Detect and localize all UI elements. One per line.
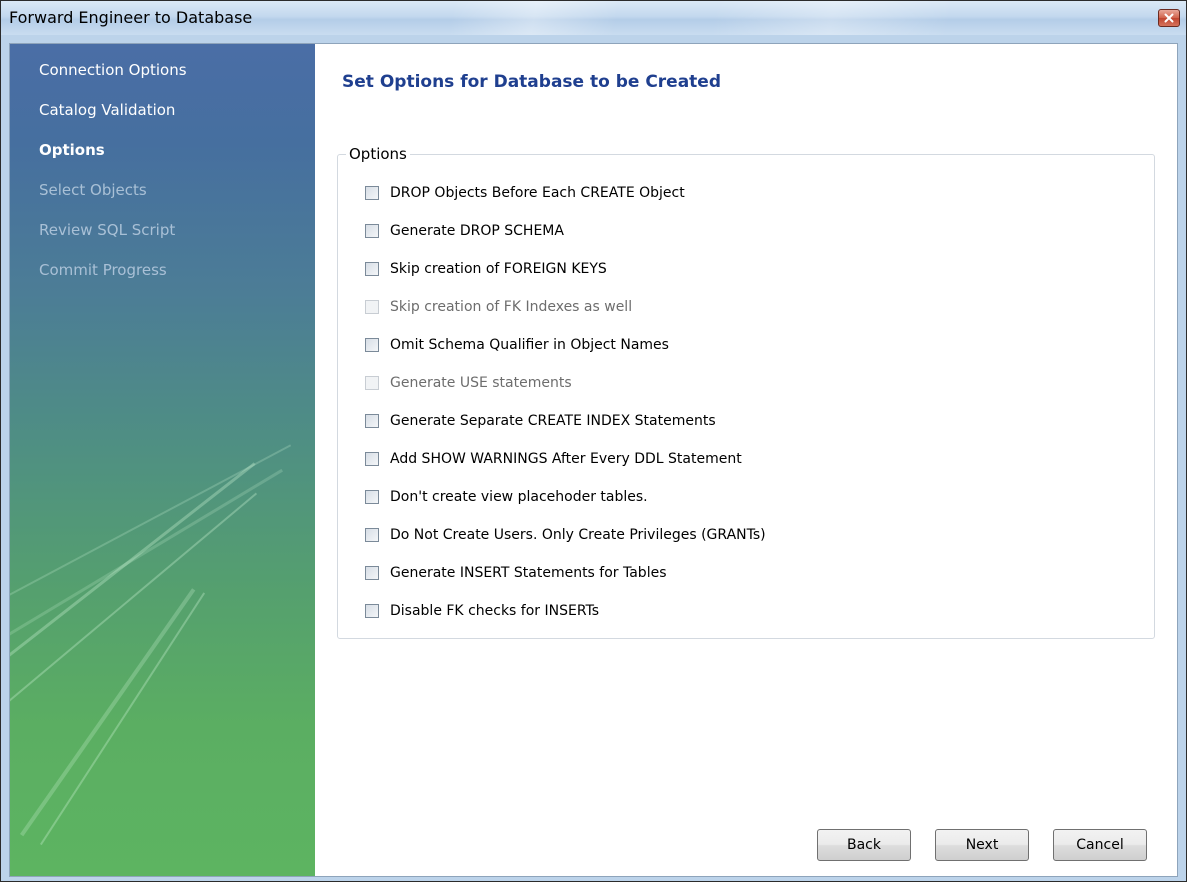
checkbox[interactable] [365,528,379,542]
checkbox[interactable] [365,338,379,352]
options-group: Options DROP Objects Before Each CREATE … [337,145,1155,639]
option-generate-use: Generate USE statements [365,373,572,393]
option-label: Generate INSERT Statements for Tables [390,565,667,581]
dialog-content: Connection Options Catalog Validation Op… [9,43,1178,877]
option-label: Skip creation of FK Indexes as well [390,299,633,315]
window-title: Forward Engineer to Database [9,8,253,27]
option-label: DROP Objects Before Each CREATE Object [390,185,685,201]
checkbox[interactable] [365,186,379,200]
option-label: Don't create view placehoder tables. [390,489,648,505]
close-icon [1164,13,1174,23]
option-omit-schema-qualifier[interactable]: Omit Schema Qualifier in Object Names [365,335,669,355]
dialog-window: Forward Engineer to Database Connection … [0,0,1187,882]
next-button[interactable]: Next [935,829,1029,861]
sidebar-item-select-objects: Select Objects [39,181,147,199]
option-label: Omit Schema Qualifier in Object Names [390,337,669,353]
checkbox [365,376,379,390]
option-label: Do Not Create Users. Only Create Privile… [390,527,766,543]
cancel-button[interactable]: Cancel [1053,829,1147,861]
checkbox[interactable] [365,452,379,466]
title-bar[interactable]: Forward Engineer to Database [1,1,1186,35]
sidebar-item-catalog-validation[interactable]: Catalog Validation [39,101,175,119]
option-skip-foreign-keys[interactable]: Skip creation of FOREIGN KEYS [365,259,607,279]
sidebar-item-options[interactable]: Options [39,141,105,159]
close-button[interactable] [1158,9,1180,27]
sidebar-item-commit-progress: Commit Progress [39,261,167,279]
option-drop-objects[interactable]: DROP Objects Before Each CREATE Object [365,183,685,203]
checkbox[interactable] [365,604,379,618]
option-generate-drop-schema[interactable]: Generate DROP SCHEMA [365,221,564,241]
wizard-sidebar: Connection Options Catalog Validation Op… [10,44,315,876]
option-label: Generate USE statements [390,375,572,391]
back-button[interactable]: Back [817,829,911,861]
option-show-warnings[interactable]: Add SHOW WARNINGS After Every DDL Statem… [365,449,742,469]
checkbox[interactable] [365,414,379,428]
option-label: Add SHOW WARNINGS After Every DDL Statem… [390,451,742,467]
sidebar-item-connection-options[interactable]: Connection Options [39,61,187,79]
option-label: Disable FK checks for INSERTs [390,603,600,619]
option-label: Generate Separate CREATE INDEX Statement… [390,413,716,429]
option-label: Skip creation of FOREIGN KEYS [390,261,607,277]
option-disable-fk-checks[interactable]: Disable FK checks for INSERTs [365,601,599,621]
option-separate-create-index[interactable]: Generate Separate CREATE INDEX Statement… [365,411,716,431]
option-no-view-placeholders[interactable]: Don't create view placehoder tables. [365,487,648,507]
option-label: Generate DROP SCHEMA [390,223,564,239]
option-skip-fk-indexes: Skip creation of FK Indexes as well [365,297,632,317]
checkbox[interactable] [365,566,379,580]
checkbox[interactable] [365,224,379,238]
main-panel: Set Options for Database to be Created O… [315,44,1177,876]
sidebar-item-review-sql-script: Review SQL Script [39,221,176,239]
checkbox[interactable] [365,490,379,504]
sidebar-decoration [40,592,206,846]
option-generate-inserts[interactable]: Generate INSERT Statements for Tables [365,563,667,583]
checkbox[interactable] [365,262,379,276]
option-no-create-users[interactable]: Do Not Create Users. Only Create Privile… [365,525,766,545]
options-group-label: Options [346,145,410,163]
page-title: Set Options for Database to be Created [342,72,722,92]
checkbox [365,300,379,314]
